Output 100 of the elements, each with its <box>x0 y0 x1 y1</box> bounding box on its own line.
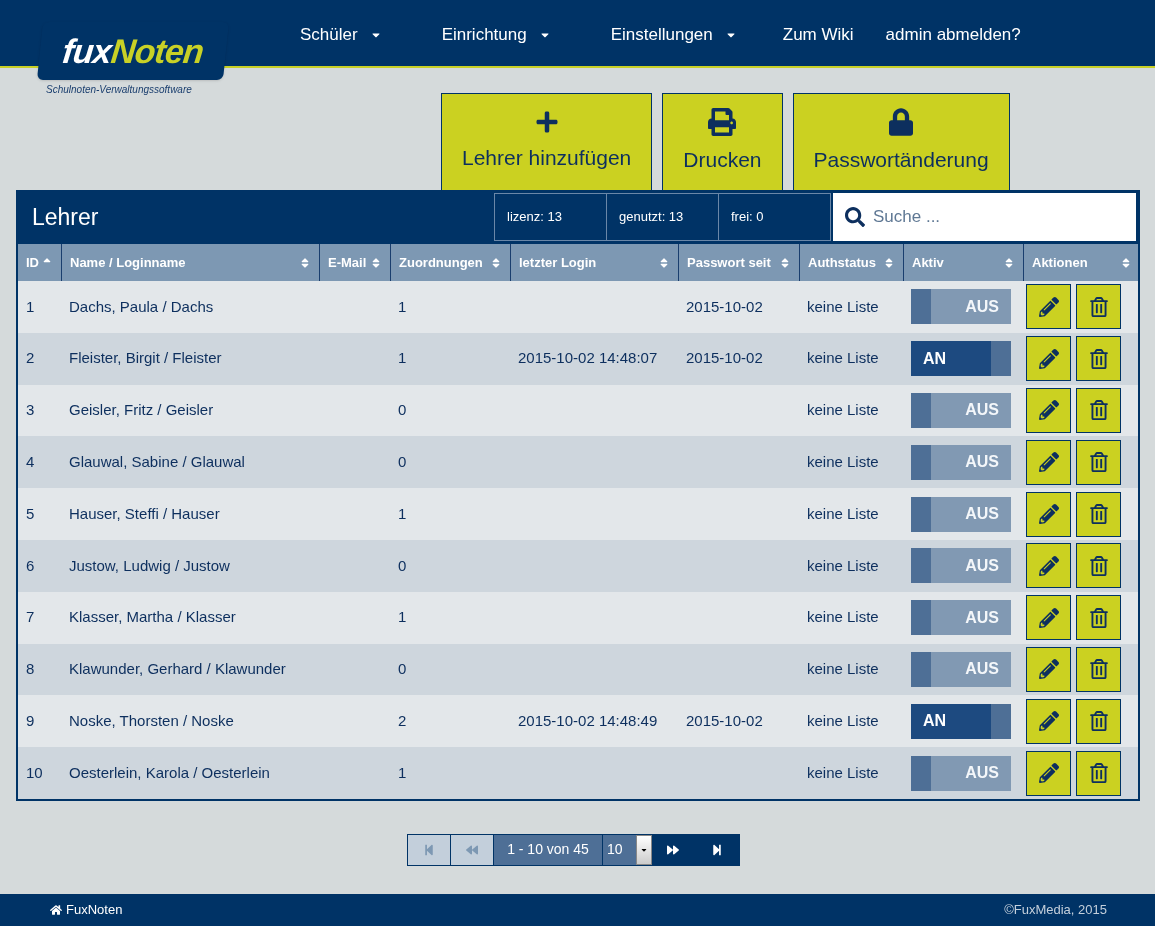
column-header[interactable]: Zuordnungen <box>390 244 510 281</box>
table-cell-text: 4 <box>25 452 36 473</box>
pencil-icon <box>1038 452 1059 473</box>
column-header[interactable]: E-Mail <box>319 244 390 281</box>
edit-button[interactable] <box>1026 750 1071 796</box>
table-cell-text: 1 <box>397 296 408 317</box>
pencil-icon <box>1038 607 1059 628</box>
edit-button[interactable] <box>1026 284 1071 330</box>
column-header[interactable]: Aktionen <box>1023 244 1140 281</box>
table-cell-text: Oesterlein, Karola / Oesterlein <box>68 762 271 783</box>
table-cell-text: Dachs, Paula / Dachs <box>68 296 215 317</box>
active-toggle[interactable]: AUS <box>911 651 1011 687</box>
next-page-button[interactable] <box>652 834 694 865</box>
toggle-thumb <box>911 755 931 791</box>
search-field[interactable]: Suche ... <box>833 193 1136 241</box>
edit-button[interactable] <box>1026 491 1071 537</box>
last-page-button[interactable] <box>694 834 739 865</box>
table-cell-text: Justow, Ludwig / Justow <box>68 555 231 576</box>
delete-button[interactable] <box>1076 750 1121 796</box>
active-toggle[interactable]: AUS <box>911 496 1011 532</box>
column-header[interactable]: ID <box>18 244 61 281</box>
printer-icon <box>708 108 737 137</box>
active-toggle[interactable]: AUS <box>911 548 1011 584</box>
table-cell: 2015-10-02 14:48:07 <box>518 349 658 367</box>
trash-icon <box>1088 504 1109 525</box>
column-header[interactable]: Name / Loginname <box>61 244 319 281</box>
page-size-select[interactable]: 10 <box>602 834 652 865</box>
table-cell-text: 9 <box>25 711 36 731</box>
table-cell-text: keine Liste <box>806 607 880 628</box>
action-button[interactable]: Passwortänderung <box>792 93 1010 190</box>
table-cell-text: 5 <box>25 503 36 524</box>
table-cell-text: Hauser, Steffi / Hauser <box>68 503 221 524</box>
nav-dropdown[interactable]: Schüler <box>270 22 412 48</box>
column-header[interactable]: Passwort seit <box>678 244 799 281</box>
delete-button[interactable] <box>1076 439 1121 485</box>
action-button[interactable]: Drucken <box>662 93 783 190</box>
active-toggle[interactable]: AN <box>911 703 1011 739</box>
nav-link[interactable]: Zum Wiki <box>766 22 870 48</box>
nav-dropdown[interactable]: Einrichtung <box>411 22 581 48</box>
edit-button[interactable] <box>1026 388 1071 433</box>
active-toggle[interactable]: AUS <box>911 444 1011 480</box>
nav-link[interactable]: admin abmelden? <box>869 22 1037 48</box>
last-page-icon <box>710 843 723 856</box>
delete-button[interactable] <box>1076 336 1121 382</box>
column-header[interactable]: Aktiv <box>903 244 1023 281</box>
table-cell-text: Klasser, Martha / Klasser <box>68 607 237 628</box>
table-cell-text: keine Liste <box>806 452 880 473</box>
table-cell-text: Fleister, Birgit / Fleister <box>68 348 223 369</box>
edit-button[interactable] <box>1026 646 1071 692</box>
trash-icon <box>1088 400 1109 421</box>
table-cell: 2015-10-02 14:48:49 <box>518 712 658 729</box>
pencil-icon <box>1038 504 1059 525</box>
toggle-thumb <box>911 651 931 687</box>
home-link[interactable]: FuxNoten <box>50 900 123 920</box>
delete-button[interactable] <box>1076 698 1121 744</box>
license-stat: genutzt: 13 <box>606 193 719 241</box>
delete-button[interactable] <box>1076 595 1121 641</box>
edit-button[interactable] <box>1026 543 1071 589</box>
active-toggle[interactable]: AUS <box>911 393 1011 428</box>
table-cell-text: 6 <box>25 555 36 576</box>
edit-button[interactable] <box>1026 439 1071 485</box>
table-cell: 2015-10-02 <box>686 712 763 729</box>
table-cell-text: 1 <box>397 503 408 524</box>
pencil-icon <box>1038 763 1059 784</box>
toggle-thumb <box>911 444 931 480</box>
delete-button[interactable] <box>1076 543 1121 589</box>
delete-button[interactable] <box>1076 491 1121 537</box>
table-cell: 2015-10-02 <box>686 349 763 367</box>
delete-button[interactable] <box>1076 646 1121 692</box>
toggle-thumb <box>911 393 931 428</box>
active-toggle[interactable]: AUS <box>911 600 1011 636</box>
table-cell-text: 2 <box>397 711 408 731</box>
nav-dropdown[interactable]: Einstellungen <box>580 22 767 48</box>
edit-button[interactable] <box>1026 336 1071 382</box>
table-cell-text: 8 <box>25 659 36 680</box>
table-cell-text: Geisler, Fritz / Geisler <box>68 400 215 421</box>
toggle-thumb <box>991 341 1011 377</box>
delete-button[interactable] <box>1076 388 1121 433</box>
column-header[interactable]: Authstatus <box>799 244 903 281</box>
home-icon <box>50 904 62 916</box>
delete-button[interactable] <box>1076 284 1121 330</box>
action-button[interactable]: Lehrer hinzufügen <box>441 93 653 190</box>
column-header[interactable]: letzter Login <box>510 244 678 281</box>
active-toggle[interactable]: AN <box>911 341 1011 377</box>
edit-button[interactable] <box>1026 595 1071 641</box>
table-cell-text: keine Liste <box>806 659 880 680</box>
table-cell-text: 0 <box>397 659 408 680</box>
edit-button[interactable] <box>1026 698 1071 744</box>
active-toggle[interactable]: AUS <box>911 755 1011 791</box>
page-range: 1 - 10 von 45 <box>493 834 602 865</box>
next-page-icon <box>667 843 679 856</box>
toggle-thumb <box>911 600 931 636</box>
padlock-icon <box>889 108 914 137</box>
table-cell-text: 1 <box>397 348 408 369</box>
table-cell-text: keine Liste <box>806 711 880 731</box>
license-stat: frei: 0 <box>718 193 831 241</box>
active-toggle[interactable]: AUS <box>911 289 1011 325</box>
table-cell-text: 3 <box>25 400 36 421</box>
pencil-icon <box>1038 711 1059 732</box>
table-cell-text: 0 <box>397 452 408 473</box>
